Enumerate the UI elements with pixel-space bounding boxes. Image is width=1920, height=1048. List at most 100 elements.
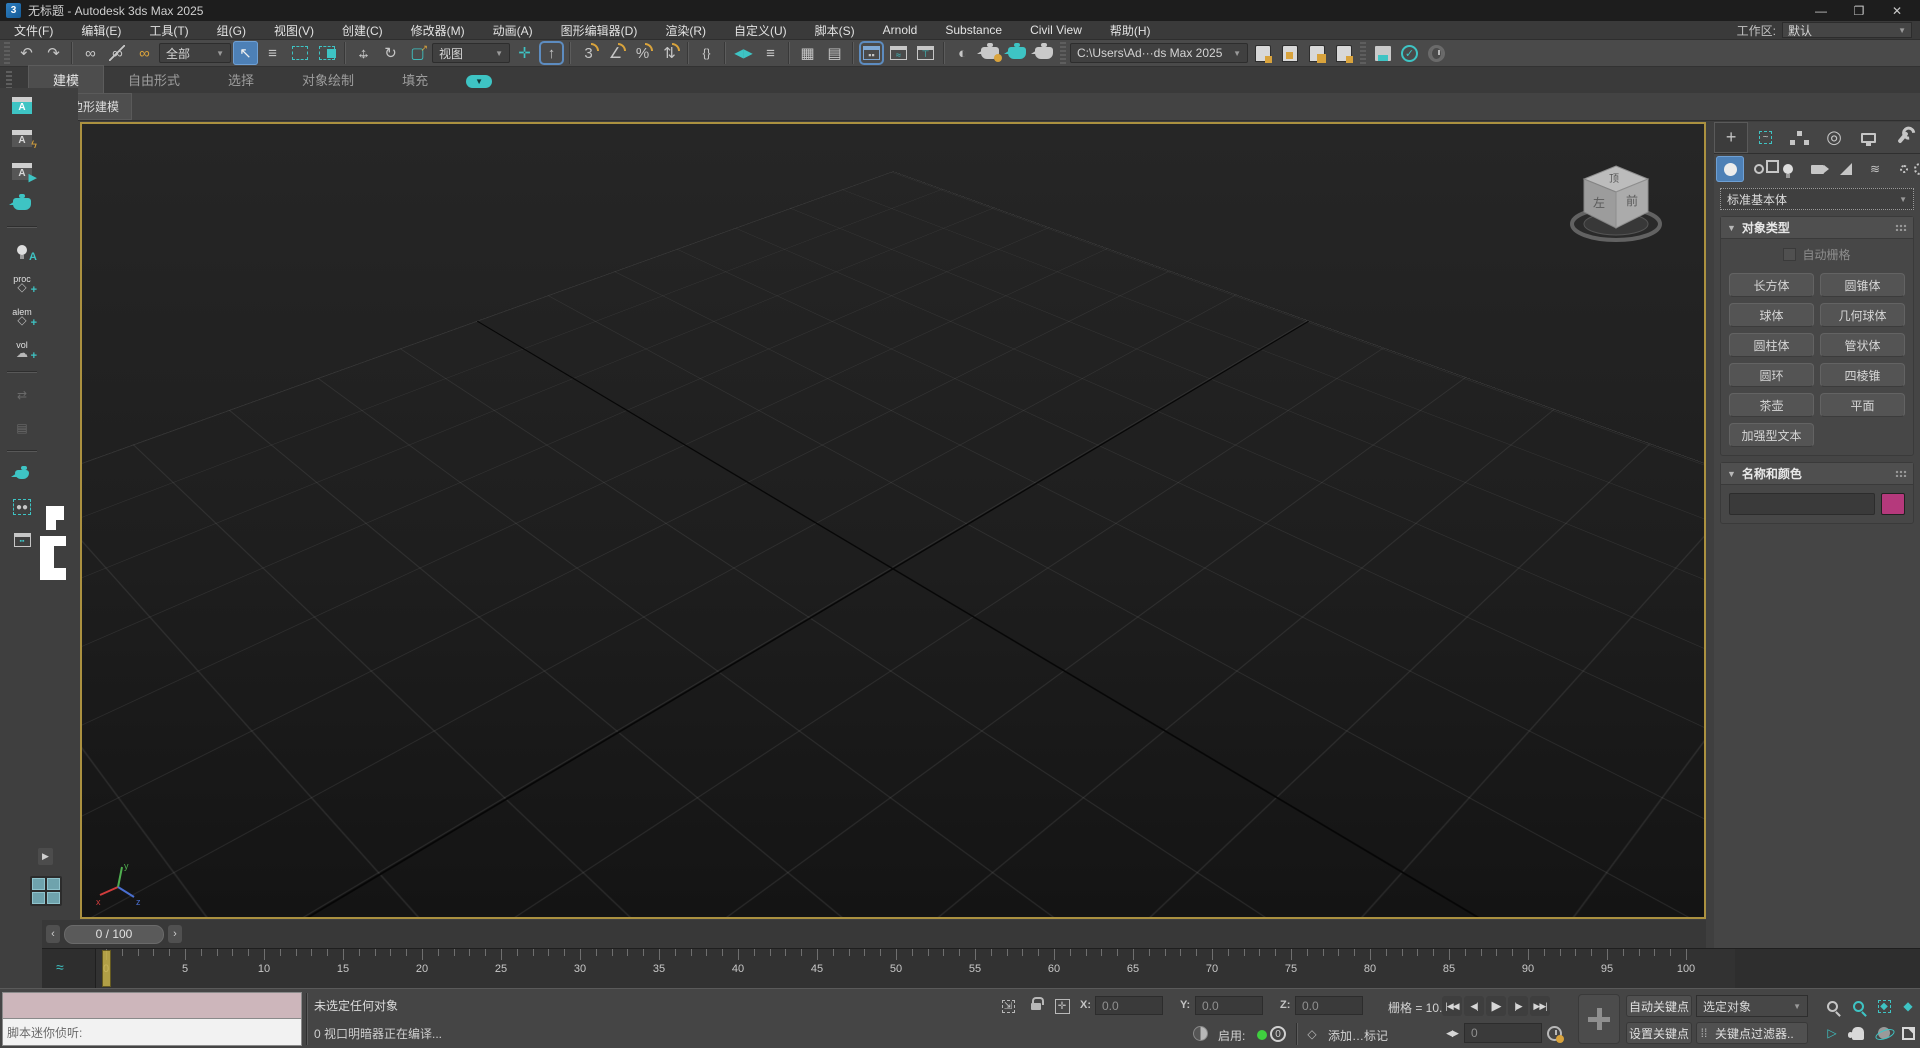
category-space-warps[interactable]: ≋ xyxy=(1861,156,1889,182)
toolbar-grip[interactable] xyxy=(1360,42,1366,64)
render-presets-cards-button[interactable] xyxy=(7,461,37,487)
ribbon-minimize-pill[interactable]: ▼ xyxy=(466,75,492,88)
current-frame-field[interactable]: 0 xyxy=(1464,1023,1542,1043)
toggle-ribbon-button[interactable]: ▪▪ xyxy=(859,41,884,65)
node-editor-window-button[interactable]: ▪▪ xyxy=(7,527,37,553)
maximize-button[interactable]: ❐ xyxy=(1842,1,1876,20)
ribbon-tab-3[interactable]: 选择 xyxy=(204,66,278,93)
arnold-material-teapot-button[interactable] xyxy=(7,191,37,217)
create-volume-button[interactable]: vol☁+ xyxy=(7,336,37,362)
selection-set-dropdown[interactable]: 选定对象 ▼ xyxy=(1696,995,1808,1017)
select-and-rotate-button[interactable]: ↻ xyxy=(378,41,403,65)
orbit-button[interactable] xyxy=(1872,1022,1896,1044)
save-file-button[interactable] xyxy=(1370,41,1395,65)
set-key-button[interactable]: 设置关键点 xyxy=(1626,1022,1692,1044)
history-clock-button[interactable] xyxy=(1424,41,1449,65)
go-to-start-button[interactable]: |◀◀ xyxy=(1442,996,1462,1016)
spinner-snap-toggle[interactable]: ⇅ xyxy=(657,41,682,65)
set-keys-button[interactable] xyxy=(1578,994,1620,1044)
project-path-dropdown[interactable]: C:\Users\Ad···ds Max 2025 ▼ xyxy=(1070,43,1248,63)
listener-pane[interactable]: 脚本迷你侦听: xyxy=(3,1019,301,1045)
menu-item-14[interactable]: Substance xyxy=(931,21,1016,39)
selection-lock-toggle[interactable] xyxy=(1026,994,1046,1014)
frame-spinner-arrows[interactable]: ◀▶ xyxy=(1442,1023,1462,1043)
angle-snap-toggle[interactable]: ∠ xyxy=(603,41,628,65)
previous-frame-arrow[interactable]: ‹ xyxy=(46,925,60,943)
next-frame-arrow[interactable]: › xyxy=(168,925,182,943)
category-helpers[interactable] xyxy=(1832,156,1860,182)
rendered-frame-window-button[interactable] xyxy=(1004,41,1029,65)
create-alembic-button[interactable]: alem◇+ xyxy=(7,303,37,329)
tab-create[interactable]: + xyxy=(1714,122,1748,153)
undo-button[interactable]: ↶ xyxy=(14,41,39,65)
object-button-11[interactable]: 加强型文本 xyxy=(1729,423,1814,447)
menu-item-4[interactable]: 组(G) xyxy=(203,21,260,39)
close-button[interactable]: ✕ xyxy=(1880,1,1914,20)
category-shapes[interactable] xyxy=(1745,156,1773,182)
light-lister-button[interactable]: ●● xyxy=(7,494,37,520)
menu-item-13[interactable]: Arnold xyxy=(869,21,932,39)
time-slider-thumb[interactable]: 0 / 100 xyxy=(64,925,164,944)
arnold-renderview-button[interactable]: A xyxy=(7,92,37,118)
z-coordinate-field[interactable]: 0.0 xyxy=(1295,996,1363,1015)
schematic-view-button[interactable]: ⊤ xyxy=(913,41,938,65)
previous-frame-button[interactable]: ◀| xyxy=(1464,996,1484,1016)
mirror-button[interactable]: ◀▶ xyxy=(731,41,756,65)
select-and-move-button[interactable]: ↔↕ xyxy=(351,41,376,65)
redo-button[interactable]: ↷ xyxy=(41,41,66,65)
inherit-container-button[interactable] xyxy=(1277,41,1302,65)
object-button-10[interactable]: 平面 xyxy=(1820,393,1905,417)
object-button-4[interactable]: 几何球体 xyxy=(1820,303,1905,327)
pan-view-button[interactable] xyxy=(1846,1022,1870,1044)
select-and-manipulate-button[interactable]: ↑ xyxy=(539,41,564,65)
macro-recorder-pane[interactable] xyxy=(3,993,301,1019)
window-crossing-toggle[interactable] xyxy=(314,41,339,65)
menu-item-3[interactable]: 工具(T) xyxy=(135,21,202,39)
zero-counter-badge[interactable]: 0 xyxy=(1268,1024,1288,1044)
toggle-scene-explorer-button[interactable]: ▦ xyxy=(795,41,820,65)
selection-filter-dropdown[interactable]: 全部 ▼ xyxy=(159,43,231,63)
rectangular-selection-region-button[interactable] xyxy=(287,41,312,65)
toolbar-grip[interactable] xyxy=(1060,42,1066,64)
category-geometry[interactable] xyxy=(1716,156,1744,182)
check-validate-button[interactable]: ✓ xyxy=(1397,41,1422,65)
zoom-extents-all-button[interactable]: ◆ xyxy=(1896,995,1920,1017)
save-container-button[interactable] xyxy=(1331,41,1356,65)
create-procedural-button[interactable]: proc◇+ xyxy=(7,270,37,296)
unlink-selection-icon[interactable]: ∞ xyxy=(105,41,130,65)
go-to-end-button[interactable]: ▶▶| xyxy=(1530,996,1550,1016)
tab-modify[interactable]: ~ xyxy=(1748,122,1782,153)
menu-item-2[interactable]: 编辑(E) xyxy=(67,21,135,39)
bind-to-space-warp-icon[interactable]: ∞ xyxy=(132,41,157,65)
object-button-7[interactable]: 圆环 xyxy=(1729,363,1814,387)
toolbar-grip[interactable] xyxy=(4,42,10,64)
toggle-layer-explorer-button[interactable]: ▤ xyxy=(822,41,847,65)
viewcube[interactable]: 顶 左 前 xyxy=(1556,152,1676,262)
viewport-layout-tab-button[interactable] xyxy=(30,876,62,906)
menu-item-15[interactable]: Civil View xyxy=(1016,21,1096,39)
menu-item-1[interactable]: 文件(F) xyxy=(0,21,67,39)
category-lights[interactable] xyxy=(1774,156,1802,182)
maxscript-mini-listener[interactable]: 脚本迷你侦听: xyxy=(2,992,302,1046)
object-button-3[interactable]: 球体 xyxy=(1729,303,1814,327)
tab-motion[interactable]: ◎ xyxy=(1817,122,1851,153)
play-button[interactable]: ▶ xyxy=(1486,996,1506,1016)
object-button-8[interactable]: 四棱锥 xyxy=(1820,363,1905,387)
align-button[interactable]: ≡ xyxy=(758,41,783,65)
object-button-6[interactable]: 管状体 xyxy=(1820,333,1905,357)
load-container-button[interactable] xyxy=(1304,41,1329,65)
material-editor-button[interactable]: ◐ xyxy=(950,41,975,65)
primitive-category-dropdown[interactable]: 标准基本体 ▼ xyxy=(1720,188,1914,210)
isolate-selection-toggle[interactable]: ⇲ xyxy=(998,996,1018,1016)
select-and-link-icon[interactable]: ∞ xyxy=(78,41,103,65)
menu-item-6[interactable]: 创建(C) xyxy=(328,21,397,39)
object-button-9[interactable]: 茶壶 xyxy=(1729,393,1814,417)
name-color-header[interactable]: ▼ 名称和颜色 xyxy=(1721,463,1913,485)
maximize-viewport-toggle[interactable] xyxy=(1896,1022,1920,1044)
time-configuration-button[interactable] xyxy=(1544,1023,1564,1043)
percent-snap-toggle[interactable]: % xyxy=(630,41,655,65)
autogrid-checkbox[interactable] xyxy=(1783,248,1796,261)
object-button-5[interactable]: 圆柱体 xyxy=(1729,333,1814,357)
use-center-button[interactable]: ✛ xyxy=(512,41,537,65)
x-coordinate-field[interactable]: 0.0 xyxy=(1095,996,1163,1015)
